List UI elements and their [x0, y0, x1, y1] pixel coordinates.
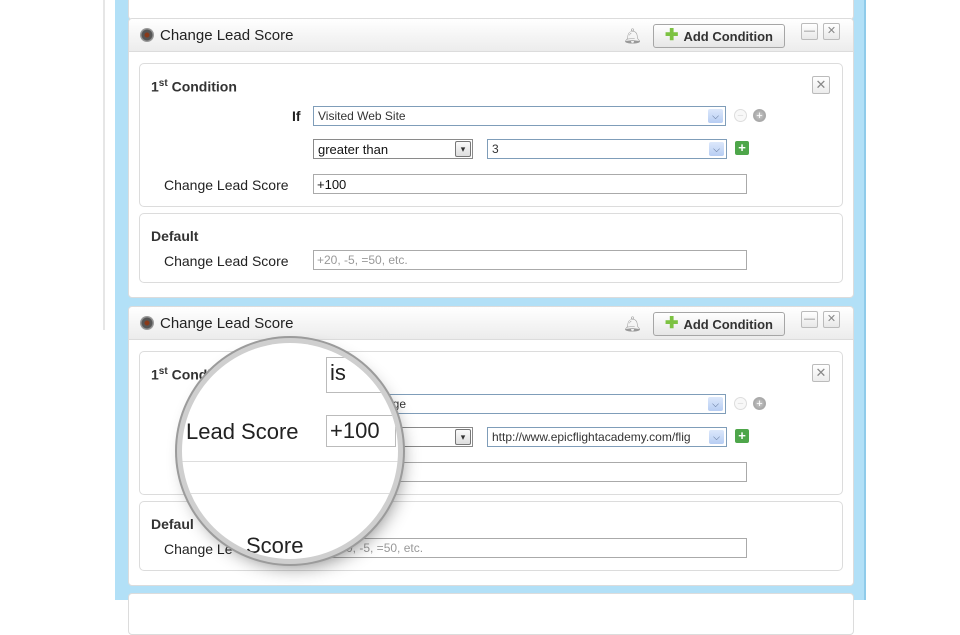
remove-row-icon[interactable]: −: [734, 397, 747, 410]
trigger-select[interactable]: Visited Web Site ⌵: [313, 106, 726, 126]
default-change-lead-score-label: Change Le: [164, 541, 233, 557]
add-row-icon[interactable]: +: [753, 397, 766, 410]
remove-condition-button[interactable]: ✕: [812, 76, 830, 94]
add-condition-label: Add Condition: [683, 28, 773, 44]
add-condition-button[interactable]: ✚ Add Condition: [653, 312, 785, 336]
next-card: [128, 593, 854, 635]
condition-number: 1: [151, 78, 159, 95]
value-select[interactable]: 3 ⌵: [487, 139, 727, 159]
dropdown-arrow-icon: ▾: [455, 141, 471, 157]
magnified-lead-score-label: Lead Score: [186, 419, 299, 444]
card-header[interactable]: Change Lead Score 🔔︎ ✚ Add Condition — ✕: [129, 307, 853, 340]
close-card-button[interactable]: ✕: [823, 23, 840, 40]
default-box: Default Change Lead Score +20, -5, =50, …: [139, 213, 843, 283]
trigger-select-value: Visited Web Site: [318, 109, 406, 123]
default-change-lead-score-input[interactable]: 0, -5, =50, etc.: [313, 538, 747, 558]
dropdown-arrow-icon: ▾: [455, 429, 471, 445]
page-left-divider: [103, 0, 105, 330]
condition-ordinal: st: [158, 78, 168, 89]
condition-title: 1st Condition: [151, 78, 237, 95]
notification-bell-icon[interactable]: 🔔︎: [623, 27, 642, 45]
chevron-down-icon: ⌵: [709, 430, 724, 444]
condition-number: 1: [151, 366, 159, 383]
card-title: Change Lead Score: [160, 27, 294, 44]
value-select[interactable]: http://www.epicflightacademy.com/flig ⌵: [487, 427, 727, 447]
default-change-lead-score-label: Change Lead Score: [164, 253, 289, 269]
add-condition-button[interactable]: ✚ Add Condition: [653, 24, 785, 48]
lead-score-icon: [140, 28, 154, 42]
magnified-divider: [182, 493, 398, 494]
card-title: Change Lead Score: [160, 315, 294, 332]
change-lead-score-card: Change Lead Score 🔔︎ ✚ Add Condition — ✕…: [128, 18, 854, 298]
if-label: If: [292, 108, 301, 124]
magnified-divider: [182, 461, 398, 462]
remove-row-icon[interactable]: −: [734, 109, 747, 122]
chevron-down-icon: ⌵: [709, 142, 724, 156]
plus-icon: ✚: [665, 315, 679, 332]
operator-select[interactable]: greater than ▾: [313, 139, 473, 159]
close-card-button[interactable]: ✕: [823, 311, 840, 328]
magnifier-overlay: is Lead Score +100 Score: [182, 343, 398, 559]
default-title: Defaul: [151, 516, 194, 532]
magnified-lead-score-value: +100: [326, 415, 396, 447]
plus-icon: ✚: [665, 27, 679, 44]
lead-score-icon: [140, 316, 154, 330]
card-header[interactable]: Change Lead Score 🔔︎ ✚ Add Condition — ✕: [129, 19, 853, 52]
magnified-is-field: is: [326, 357, 398, 393]
remove-condition-button[interactable]: ✕: [812, 364, 830, 382]
previous-card: [128, 0, 854, 20]
add-value-icon[interactable]: +: [735, 141, 749, 155]
notification-bell-icon[interactable]: 🔔︎: [623, 315, 642, 333]
condition-ordinal: st: [158, 366, 168, 377]
add-condition-label: Add Condition: [683, 316, 773, 332]
chevron-down-icon: ⌵: [708, 397, 723, 411]
default-title: Default: [151, 228, 199, 244]
minimize-button[interactable]: —: [801, 23, 818, 40]
change-lead-score-label: Change Lead Score: [164, 177, 289, 193]
change-lead-score-input[interactable]: +100: [313, 174, 747, 194]
add-value-icon[interactable]: +: [735, 429, 749, 443]
condition-box: 1st Condition ✕ If Visited Web Site ⌵ − …: [139, 63, 843, 207]
value-select-value: 3: [492, 142, 499, 156]
add-row-icon[interactable]: +: [753, 109, 766, 122]
value-select-value: http://www.epicflightacademy.com/flig: [492, 430, 691, 444]
condition-label: Condition: [171, 78, 237, 95]
default-change-lead-score-input[interactable]: +20, -5, =50, etc.: [313, 250, 747, 270]
operator-select-value: greater than: [318, 142, 389, 157]
chevron-down-icon: ⌵: [708, 109, 723, 123]
minimize-button[interactable]: —: [801, 311, 818, 328]
magnified-score-text: Score: [246, 533, 304, 558]
